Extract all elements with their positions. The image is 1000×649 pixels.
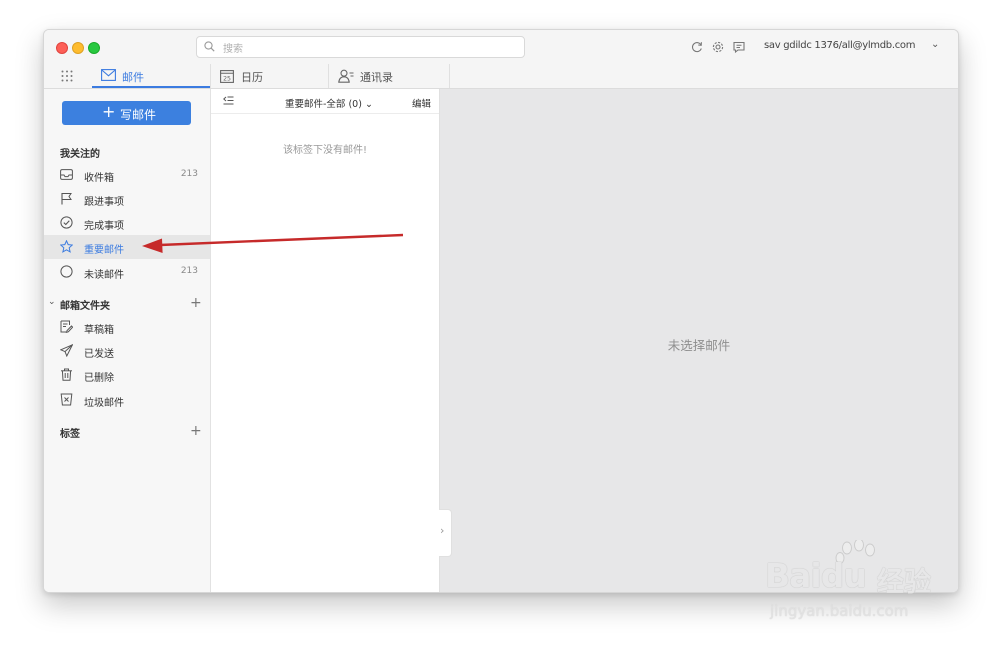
watermark-url: jingyan.baidu.com (770, 602, 909, 620)
watermark-brand-cn: 经验 (877, 567, 931, 598)
watermark-logo: Baidu 经验 jingyan.baidu.com (765, 540, 955, 635)
watermark-brand: Baidu (765, 556, 867, 595)
